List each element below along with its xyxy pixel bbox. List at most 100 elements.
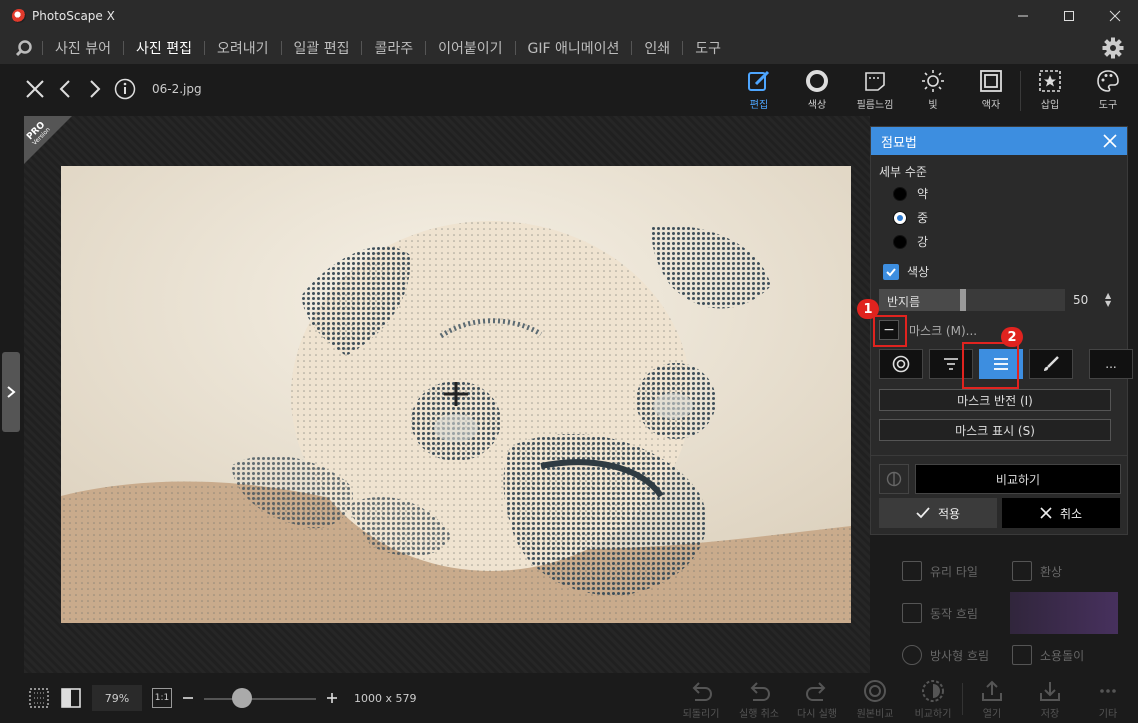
actual-size-button[interactable]: 1:1	[152, 688, 172, 708]
detail-option-low[interactable]: 약	[893, 185, 928, 202]
invert-mask-button[interactable]: 마스크 반전 (I)	[879, 389, 1111, 411]
color-checkbox[interactable]	[883, 263, 899, 280]
color-icon	[806, 70, 828, 92]
cancel-button[interactable]: 취소	[1002, 498, 1120, 528]
annotation-box-2	[962, 342, 1019, 389]
option-label: 중	[917, 211, 929, 225]
tool-insert[interactable]: 삽입	[1021, 68, 1079, 114]
radius-value[interactable]: 50	[1073, 293, 1088, 307]
frame-icon	[980, 70, 1002, 92]
radio-high[interactable]	[893, 234, 907, 249]
radius-spinner[interactable]: ▲ ▼	[1105, 292, 1111, 308]
radio-medium[interactable]	[893, 210, 907, 225]
compare-action-button[interactable]: 비교하기	[904, 679, 962, 721]
effect-radial-blur[interactable]: 방사형 흐림	[902, 645, 989, 665]
previous-button[interactable]	[54, 78, 76, 100]
maximize-button[interactable]	[1046, 0, 1092, 31]
annotation-badge-2: 2	[1001, 327, 1023, 347]
pro-version-badge: PRO Version	[24, 116, 72, 164]
zoom-slider[interactable]	[204, 687, 316, 709]
menu-cut-out[interactable]: 오려내기	[205, 38, 281, 58]
effect-label: 유리 타일	[930, 564, 978, 579]
glass-tile-icon	[902, 561, 922, 581]
zoom-in-icon[interactable]	[326, 692, 338, 704]
effect-motion-blur[interactable]: 동작 흐림	[902, 603, 978, 623]
tool-label: 필름느낌	[856, 100, 894, 111]
zoom-percentage[interactable]: 79%	[92, 685, 142, 711]
apply-button[interactable]: 적용	[879, 498, 997, 528]
mask-more-button[interactable]: ...	[1089, 349, 1133, 379]
tool-label: 편집	[749, 100, 769, 111]
minimize-button[interactable]	[1000, 0, 1046, 31]
info-button[interactable]	[114, 78, 136, 100]
mask-radial-button[interactable]	[879, 349, 923, 379]
filter-mask-icon	[944, 358, 958, 370]
annotation-box-1	[873, 315, 907, 347]
panel-header: 점묘법	[871, 127, 1127, 155]
show-mask-button[interactable]: 마스크 표시 (S)	[879, 419, 1111, 441]
open-button[interactable]: 열기	[963, 679, 1021, 721]
apply-label: 적용	[937, 506, 961, 521]
action-label: 저장	[1040, 709, 1060, 720]
search-button[interactable]	[14, 38, 34, 58]
next-button[interactable]	[84, 78, 106, 100]
close-window-button[interactable]	[1092, 0, 1138, 31]
zoom-out-icon[interactable]	[182, 692, 194, 704]
motion-blur-icon	[902, 603, 922, 623]
close-file-button[interactable]	[24, 78, 46, 100]
brush-icon	[1044, 356, 1059, 371]
effect-glass-tile[interactable]: 유리 타일	[902, 561, 978, 581]
original-compare-button[interactable]: 원본비교	[846, 679, 904, 721]
fit-view-button[interactable]	[28, 687, 50, 709]
revert-button[interactable]: 되돌리기	[672, 679, 730, 721]
settings-button[interactable]	[1102, 37, 1124, 59]
effects-list: 유리 타일 환상 동작 흐림 방사형 흐림 소용돌이	[898, 535, 1128, 675]
menu-gif-animation[interactable]: GIF 애니메이션	[516, 38, 632, 58]
menu-photo-editor[interactable]: 사진 편집	[124, 38, 204, 58]
undo-button[interactable]: 실행 취소	[730, 679, 788, 721]
mask-label: 마스크 (M)...	[909, 323, 978, 338]
redo-button[interactable]: 다시 실행	[788, 679, 846, 721]
tool-edit[interactable]: 편집	[730, 68, 788, 114]
minimize-icon	[1018, 15, 1028, 16]
insert-icon	[1039, 70, 1061, 92]
sidebar-toggle-button[interactable]	[2, 352, 20, 432]
menu-combine[interactable]: 이어붙이기	[426, 38, 514, 58]
detail-level-label: 세부 수준	[879, 165, 927, 179]
file-name: 06-2.jpg	[152, 82, 202, 96]
save-button[interactable]: 저장	[1021, 679, 1079, 721]
tool-label: 액자	[981, 100, 1001, 111]
close-icon[interactable]	[1103, 134, 1117, 148]
effect-fantasy[interactable]: 환상	[1012, 561, 1062, 581]
app-logo	[12, 8, 26, 23]
radio-low[interactable]	[893, 186, 907, 201]
menu-batch-edit[interactable]: 일괄 편집	[282, 38, 362, 58]
compare-view-button[interactable]	[60, 687, 82, 709]
effect-label: 방사형 흐림	[930, 648, 990, 663]
zoom-slider-knob[interactable]	[232, 688, 252, 708]
tool-frame[interactable]: 액자	[962, 68, 1020, 114]
compare-button[interactable]: 비교하기	[915, 464, 1121, 494]
radius-slider[interactable]: 반지름	[879, 289, 1065, 311]
tool-color[interactable]: 색상	[788, 68, 846, 114]
menu-collage[interactable]: 콜라주	[362, 38, 425, 58]
panel-title: 점묘법	[881, 135, 917, 151]
tool-light[interactable]: 빛	[904, 68, 962, 114]
split-view-button[interactable]	[879, 464, 909, 494]
action-label: 실행 취소	[739, 709, 779, 720]
tool-film[interactable]: 필름느낌	[846, 68, 904, 114]
detail-option-high[interactable]: 강	[893, 233, 928, 250]
menu-tools[interactable]: 도구	[683, 38, 733, 58]
effect-swirl[interactable]: 소용돌이	[1012, 645, 1084, 665]
edited-photo[interactable]	[61, 166, 851, 623]
mask-brush-button[interactable]	[1029, 349, 1073, 379]
menu-photo-viewer[interactable]: 사진 뷰어	[43, 38, 123, 58]
detail-option-medium[interactable]: 중	[893, 209, 928, 226]
tool-tools[interactable]: 도구	[1079, 68, 1137, 114]
menu-print[interactable]: 인쇄	[632, 38, 682, 58]
split-view-icon	[886, 471, 902, 487]
radius-slider-thumb[interactable]	[960, 289, 966, 311]
radial-blur-icon	[902, 645, 922, 665]
color-checkbox-row[interactable]: 색상	[883, 263, 929, 280]
more-button[interactable]: 기타	[1079, 679, 1137, 721]
